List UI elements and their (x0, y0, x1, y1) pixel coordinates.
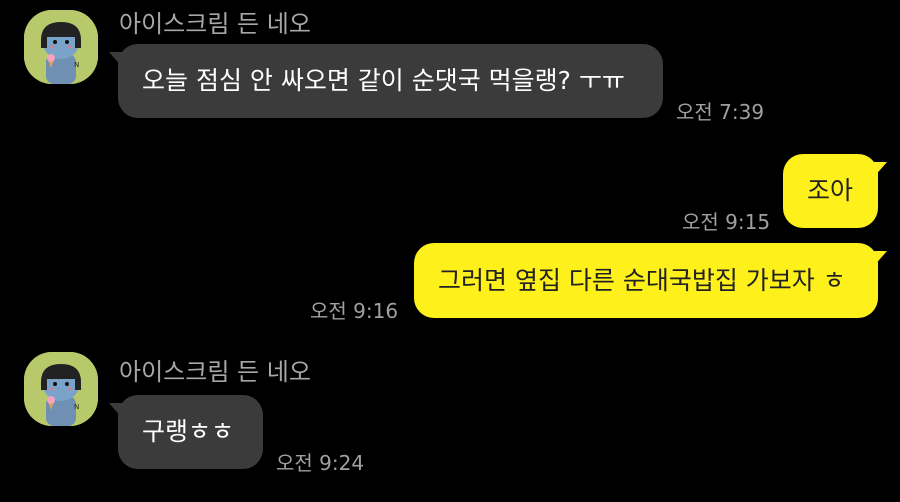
message-timestamp: 오전 9:24 (276, 451, 365, 475)
neo-cat-icon: N (24, 352, 98, 426)
message-text: 그러면 옆집 다른 순대국밥집 가보자 ㅎ (438, 265, 846, 295)
message-text: 조아 (807, 176, 854, 205)
sender-name: 아이스크림 든 네오 (119, 358, 311, 386)
message-text: 구랭ㅎㅎ (142, 417, 235, 446)
message-timestamp: 오전 7:39 (676, 100, 765, 124)
message-text: 오늘 점심 안 싸오면 같이 순댓국 먹을랭? ㅜㅠ (142, 66, 625, 95)
message-timestamp: 오전 9:15 (682, 210, 771, 234)
incoming-message-bubble[interactable]: 오늘 점심 안 싸오면 같이 순댓국 먹을랭? ㅜㅠ (109, 44, 663, 118)
chat-view: N 아이스크림 든 네오 오늘 점심 안 싸오면 같이 순댓국 먹을랭? ㅜㅠ … (0, 0, 900, 502)
outgoing-message-bubble[interactable]: 그러면 옆집 다른 순대국밥집 가보자 ㅎ (414, 243, 887, 318)
message-timestamp: 오전 9:16 (310, 299, 399, 323)
incoming-message-bubble[interactable]: 구랭ㅎㅎ (109, 395, 263, 469)
profile-avatar-icon[interactable]: N (24, 352, 98, 426)
profile-avatar-icon[interactable]: N (24, 10, 98, 84)
svg-text:N: N (74, 61, 79, 69)
sender-name: 아이스크림 든 네오 (119, 10, 311, 38)
outgoing-message-bubble[interactable]: 조아 (783, 154, 887, 228)
neo-cat-icon: N (24, 10, 98, 84)
svg-text:N: N (74, 403, 79, 411)
